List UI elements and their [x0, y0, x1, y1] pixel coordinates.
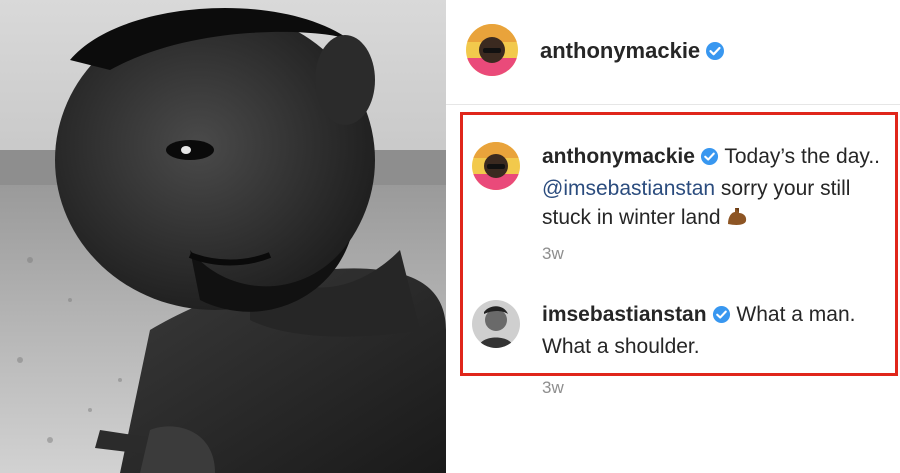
author-avatar[interactable] [466, 24, 518, 76]
post-header: anthonymackie [466, 24, 896, 76]
post-photo[interactable] [0, 0, 446, 473]
author-avatar-image [466, 24, 518, 76]
comment-timestamp[interactable]: 3w [542, 378, 564, 398]
header-divider [446, 104, 900, 105]
author-username[interactable]: anthonymackie [540, 38, 700, 63]
verified-badge-icon [705, 41, 725, 66]
author-name-line: anthonymackie [540, 38, 725, 66]
highlight-box [460, 112, 898, 376]
post-photo-graphic [0, 0, 446, 473]
